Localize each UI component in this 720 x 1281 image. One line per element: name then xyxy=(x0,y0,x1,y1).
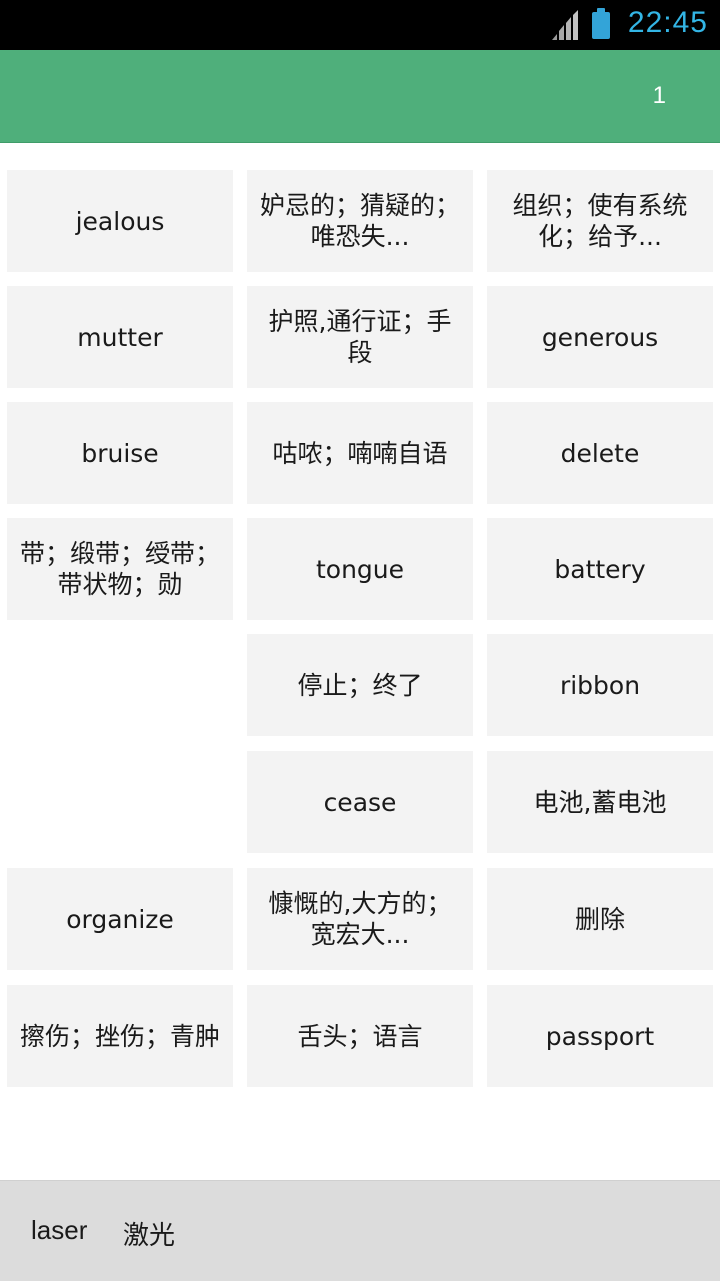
tile-text: 慷慨的,大方的；宽宏大... xyxy=(268,889,452,949)
tile-text: generous xyxy=(541,322,659,352)
word-tile[interactable]: 舌头；语言 xyxy=(247,985,473,1087)
word-tile[interactable]: delete xyxy=(487,402,713,504)
tile-text: 删除 xyxy=(574,904,625,934)
tile-text: 咕哝；喃喃自语 xyxy=(272,438,448,468)
word-tile[interactable]: 停止；终了 xyxy=(247,634,473,736)
tile-text: jealous xyxy=(75,206,165,236)
tile-text: 带；缎带；绶带；带状物；勋 xyxy=(19,539,220,599)
word-tile[interactable]: battery xyxy=(487,518,713,620)
word-tile[interactable]: 咕哝；喃喃自语 xyxy=(247,402,473,504)
word-tile[interactable]: 擦伤；挫伤；青肿 xyxy=(7,985,233,1087)
tile-text: passport xyxy=(545,1021,655,1051)
word-tile[interactable]: ribbon xyxy=(487,634,713,736)
word-tile[interactable]: 电池,蓄电池 xyxy=(487,751,713,853)
word-tile[interactable]: generous xyxy=(487,286,713,388)
page-number: 1 xyxy=(652,82,666,109)
tile-text: 停止；终了 xyxy=(297,670,423,700)
status-bar: 22:45 xyxy=(0,0,720,50)
status-clock: 22:45 xyxy=(627,6,708,39)
tile-text: delete xyxy=(560,438,640,468)
tile-text: cease xyxy=(323,787,397,817)
tile-text: 组织；使有系统化；给予... xyxy=(512,191,688,251)
word-tile[interactable]: tongue xyxy=(247,518,473,620)
word-tile[interactable]: 带；缎带；绶带；带状物；勋 xyxy=(7,518,233,620)
word-tile[interactable]: 妒忌的；猜疑的；唯恐失... xyxy=(247,170,473,272)
word-tile[interactable]: 组织；使有系统化；给予... xyxy=(487,170,713,272)
tile-text: 电池,蓄电池 xyxy=(533,787,667,817)
word-tile[interactable]: passport xyxy=(487,985,713,1087)
matched-word: laser xyxy=(31,1215,88,1245)
battery-full-icon xyxy=(592,8,610,39)
word-tile[interactable]: jealous xyxy=(7,170,233,272)
word-tile[interactable]: bruise xyxy=(7,402,233,504)
tile-text: battery xyxy=(554,554,646,584)
tile-text: ribbon xyxy=(559,670,641,700)
tile-text: mutter xyxy=(77,322,163,352)
signal-bars-icon xyxy=(552,10,578,40)
tile-text: 护照,通行证；手段 xyxy=(268,307,452,367)
matched-meaning: 激光 xyxy=(123,1221,176,1251)
word-tile[interactable]: 删除 xyxy=(487,868,713,970)
tile-text: 舌头；语言 xyxy=(297,1021,423,1051)
tile-text: bruise xyxy=(81,438,159,468)
word-tile[interactable]: cease xyxy=(247,751,473,853)
word-tile[interactable]: 护照,通行证；手段 xyxy=(247,286,473,388)
tile-text: tongue xyxy=(315,554,405,584)
word-tile[interactable]: mutter xyxy=(7,286,233,388)
app-bar: 1 xyxy=(0,50,720,143)
tile-text: organize xyxy=(66,904,174,934)
word-tile[interactable]: 慷慨的,大方的；宽宏大... xyxy=(247,868,473,970)
word-tile[interactable]: organize xyxy=(7,868,233,970)
tile-text: 擦伤；挫伤；青肿 xyxy=(19,1021,220,1051)
tile-text: 妒忌的；猜疑的；唯恐失... xyxy=(259,191,460,251)
matched-pair-bar: laser 激光 xyxy=(0,1180,720,1281)
